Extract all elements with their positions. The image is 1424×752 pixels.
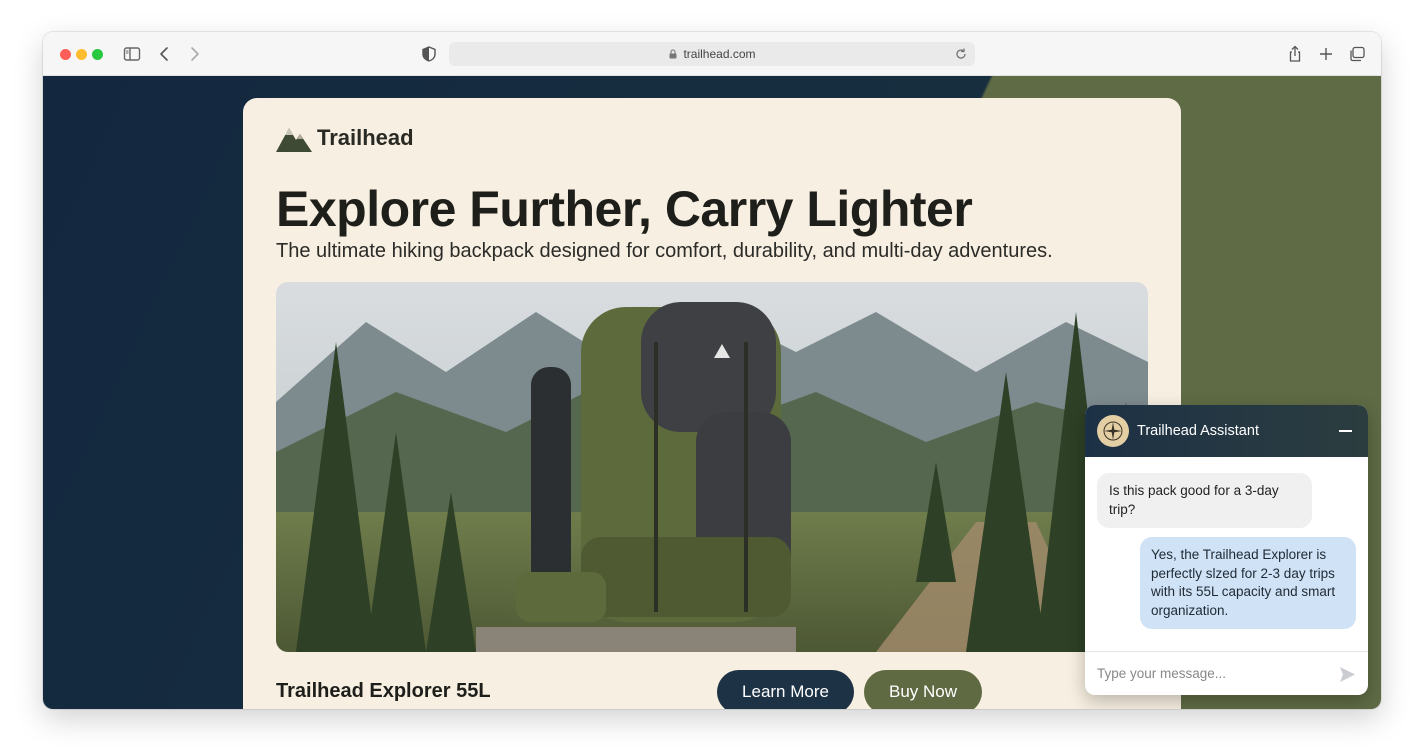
lock-icon bbox=[669, 49, 677, 59]
page-subtitle: The ultimate hiking backpack designed fo… bbox=[276, 240, 1053, 262]
chat-message-input[interactable] bbox=[1097, 666, 1327, 681]
brand-name: Trailhead bbox=[317, 125, 414, 150]
product-name: Trailhead Explorer 55L bbox=[276, 680, 491, 702]
hero-image bbox=[276, 282, 1148, 652]
share-icon[interactable] bbox=[1285, 44, 1305, 64]
minimize-chat-icon[interactable] bbox=[1339, 430, 1352, 432]
new-tab-icon[interactable] bbox=[1316, 44, 1336, 64]
learn-more-button[interactable]: Learn More bbox=[717, 670, 854, 709]
brand-logo[interactable]: Trailhead bbox=[276, 124, 414, 152]
buy-now-button[interactable]: Buy Now bbox=[864, 670, 982, 709]
reload-icon[interactable] bbox=[953, 46, 969, 62]
url-text: trailhead.com bbox=[683, 47, 756, 61]
mountain-logo-icon bbox=[276, 128, 312, 152]
address-bar[interactable]: trailhead.com bbox=[449, 42, 975, 66]
chat-avatar bbox=[1097, 415, 1129, 447]
back-icon[interactable] bbox=[155, 44, 175, 64]
zoom-window-button[interactable] bbox=[92, 49, 103, 60]
page-title: Explore Further, Carry Lighter bbox=[276, 181, 973, 237]
close-window-button[interactable] bbox=[60, 49, 71, 60]
chat-message-assistant: Yes, the Trailhead Explorer is perfectly… bbox=[1140, 537, 1356, 629]
chat-widget: Trailhead Assistant Is this pack good fo… bbox=[1085, 405, 1368, 695]
compass-icon bbox=[1103, 421, 1123, 441]
forward-icon[interactable] bbox=[184, 44, 204, 64]
chat-header: Trailhead Assistant bbox=[1085, 405, 1368, 457]
chat-input-bar bbox=[1085, 651, 1368, 695]
privacy-shield-icon[interactable] bbox=[419, 44, 439, 64]
tab-overview-icon[interactable] bbox=[1347, 44, 1367, 64]
product-card: Trailhead Explore Further, Carry Lighter… bbox=[243, 98, 1181, 709]
browser-toolbar: trailhead.com bbox=[43, 32, 1381, 76]
sidebar-toggle-icon[interactable] bbox=[122, 44, 142, 64]
minimize-window-button[interactable] bbox=[76, 49, 87, 60]
browser-window: trailhead.com Trailhead Explore Further,… bbox=[43, 32, 1381, 709]
page-viewport: Trailhead Explore Further, Carry Lighter… bbox=[43, 76, 1381, 709]
send-icon[interactable] bbox=[1339, 666, 1356, 683]
chat-title: Trailhead Assistant bbox=[1137, 423, 1259, 439]
chat-message-user: Is this pack good for a 3-day trip? bbox=[1097, 473, 1312, 528]
